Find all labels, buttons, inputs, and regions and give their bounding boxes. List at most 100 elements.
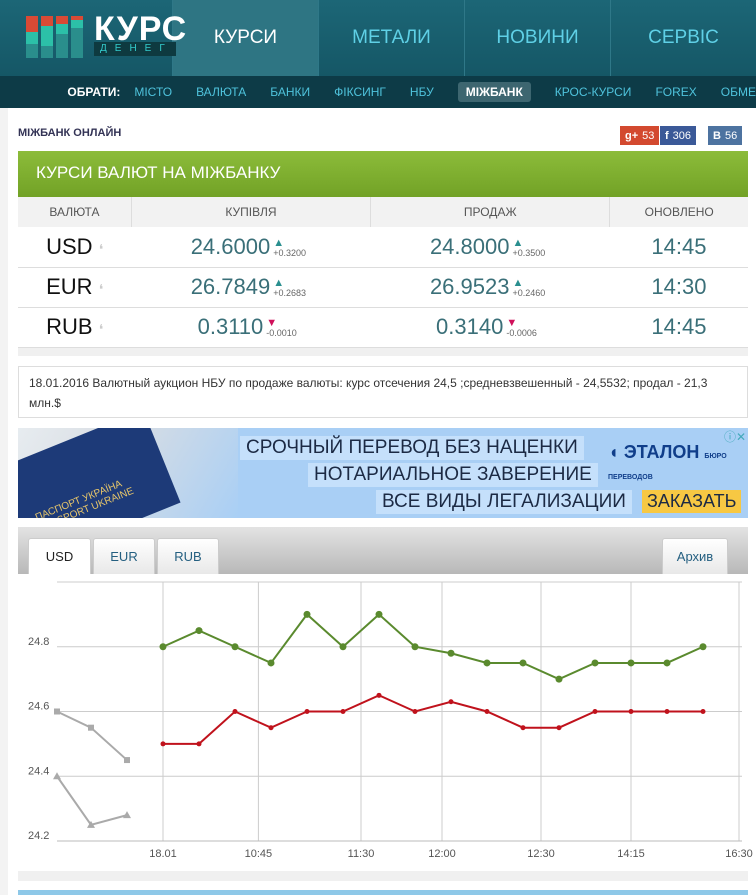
data-point bbox=[411, 643, 419, 651]
data-point bbox=[556, 725, 562, 731]
data-point bbox=[232, 709, 238, 714]
nav-kursy[interactable]: КУРСИ bbox=[172, 0, 318, 76]
table-row: USD ❛ 24.6000 ▲ +0.3200 24.8000 ▲ +0.3500 14:45 bbox=[18, 227, 748, 268]
buy-rate: 26.7849 bbox=[190, 274, 271, 299]
nav-novyny[interactable]: НОВИНИ bbox=[464, 0, 610, 76]
data-point bbox=[123, 811, 131, 819]
ad-line: ВСЕ ВИДЫ ЛЕГАЛИЗАЦИИ bbox=[376, 490, 632, 514]
x-tick-label: 18.01 bbox=[149, 848, 177, 860]
data-point bbox=[195, 627, 203, 635]
tab-rub[interactable]: RUB bbox=[157, 538, 219, 574]
data-point bbox=[196, 741, 202, 747]
data-point bbox=[124, 757, 130, 764]
data-point bbox=[340, 709, 346, 714]
facebook-count: 306 bbox=[672, 129, 692, 142]
updated-time: 14:30 bbox=[651, 274, 707, 299]
sell-change-value: -0.0006 bbox=[506, 328, 537, 339]
data-point bbox=[591, 659, 599, 667]
x-tick-label: 12:30 bbox=[527, 848, 555, 860]
ad-order-button[interactable]: ЗАКАЗАТЬ bbox=[642, 490, 742, 513]
next-banner bbox=[18, 890, 748, 895]
info-icon[interactable]: ❛ bbox=[99, 281, 104, 297]
ad-line: НОТАРИАЛЬНОЕ ЗАВЕРЕНИЕ bbox=[308, 463, 598, 487]
facebook-icon: f bbox=[665, 129, 669, 142]
subnav-item[interactable]: ФІКСИНГ bbox=[334, 85, 386, 99]
table-row: RUB ❛ 0.3110 ▼ -0.0010 0.3140 ▼ -0.0006 14:45 bbox=[18, 307, 748, 348]
buy-change: ▼ -0.0010 bbox=[266, 318, 304, 339]
x-tick-label: 16:30 bbox=[725, 848, 753, 860]
buy-rate: 0.3110 bbox=[197, 314, 264, 339]
chart-tabs: USD EUR RUB Архив bbox=[18, 527, 748, 574]
subnav-item[interactable]: ВАЛЮТА bbox=[196, 85, 246, 99]
series-line-prev-sell bbox=[56, 710, 128, 761]
data-point bbox=[448, 699, 454, 705]
data-point bbox=[699, 643, 707, 651]
vk-count: 56 bbox=[724, 129, 738, 142]
facebook-share-button[interactable]: f 306 bbox=[660, 126, 697, 145]
brand-name: ЭТАЛОН bbox=[623, 442, 700, 462]
sell-change: ▲ +0.3500 bbox=[512, 237, 550, 258]
data-point bbox=[159, 643, 167, 651]
subnav-item[interactable]: FOREX bbox=[655, 85, 696, 99]
x-tick-label: 10:45 bbox=[245, 848, 273, 860]
data-point bbox=[412, 709, 418, 714]
tab-usd[interactable]: USD bbox=[28, 538, 91, 574]
sell-change-value: +0.2460 bbox=[512, 288, 546, 299]
gplus-share-button[interactable]: g+ 53 bbox=[620, 126, 660, 145]
info-icon[interactable]: ❛ bbox=[99, 241, 104, 257]
data-point bbox=[268, 725, 274, 731]
data-point bbox=[267, 659, 275, 667]
data-point bbox=[160, 741, 166, 747]
col-buy: КУПІВЛЯ bbox=[130, 197, 371, 227]
ad-close-icon[interactable]: ⓘ✕ bbox=[724, 428, 746, 445]
logo[interactable]: КУРС ДЕНЕГ bbox=[0, 0, 186, 76]
sell-rate: 24.8000 bbox=[429, 233, 510, 259]
currency-code: EUR bbox=[46, 274, 93, 299]
vk-share-button[interactable]: B 56 bbox=[708, 126, 743, 145]
archive-button[interactable]: Архив bbox=[662, 538, 728, 574]
data-point bbox=[484, 709, 490, 714]
news-notice: 18.01.2016 Валютный аукцион НБУ по прода… bbox=[18, 366, 748, 418]
data-point bbox=[231, 643, 239, 651]
data-point bbox=[664, 709, 670, 714]
subnav-item[interactable]: БАНКИ bbox=[270, 85, 310, 99]
data-point bbox=[375, 610, 383, 618]
brand-logo-icon: ◖ bbox=[608, 442, 619, 462]
data-point bbox=[447, 649, 455, 657]
buy-change-value: -0.0010 bbox=[266, 328, 297, 339]
rates-table: ВАЛЮТА КУПІВЛЯ ПРОДАЖ ОНОВЛЕНО USD ❛ 24.6… bbox=[18, 197, 748, 348]
nav-metaly[interactable]: МЕТАЛИ bbox=[318, 0, 464, 76]
x-tick-label: 14:15 bbox=[617, 848, 645, 860]
y-tick-label: 24.4 bbox=[28, 765, 49, 777]
subnav-item[interactable]: МІСТО bbox=[134, 85, 172, 99]
x-tick-label: 11:30 bbox=[348, 848, 375, 860]
buy-change: ▲ +0.2683 bbox=[273, 278, 311, 299]
subnav-item[interactable]: ОБМЕ bbox=[721, 85, 756, 99]
info-icon[interactable]: ❛ bbox=[99, 321, 104, 337]
subnav-item[interactable]: КРОС-КУРСИ bbox=[555, 85, 632, 99]
gplus-count: 53 bbox=[642, 129, 655, 142]
buy-change: ▲ +0.3200 bbox=[273, 237, 311, 258]
y-tick-label: 24.8 bbox=[28, 636, 49, 648]
ad-brand: ◖ ЭТАЛОН БЮРО ПЕРЕВОДОВ bbox=[608, 442, 748, 484]
currency-code: USD bbox=[46, 233, 93, 259]
data-point bbox=[303, 610, 311, 618]
buy-rate: 24.6000 bbox=[190, 233, 271, 259]
data-point bbox=[88, 724, 94, 731]
rate-chart: 24.2 24.4 24.6 24.8 18.01 10:45 11:30 12:00 12:3… bbox=[28, 581, 753, 860]
nav-servis[interactable]: СЕРВІС bbox=[610, 0, 756, 76]
data-point bbox=[519, 659, 527, 667]
advertisement-banner[interactable]: ПАСПОРТ УКРАЇНА PASSPORT UKRAINE СРОЧНЫЙ… bbox=[18, 428, 748, 518]
sell-rate: 0.3140 bbox=[436, 314, 504, 339]
data-point bbox=[555, 675, 563, 683]
series-line-buy bbox=[163, 694, 703, 745]
currency-code: RUB bbox=[46, 314, 93, 339]
passport-text: ПАСПОРТ УКРАЇНА PASSPORT UKRAINE bbox=[18, 428, 181, 518]
updated-time: 14:45 bbox=[651, 314, 707, 339]
page-title: МІЖБАНК ОНЛАЙН bbox=[18, 127, 122, 139]
subnav-item[interactable]: НБУ bbox=[410, 85, 434, 99]
data-point bbox=[483, 659, 491, 667]
tab-eur[interactable]: EUR bbox=[93, 538, 155, 574]
gplus-icon: g+ bbox=[625, 129, 639, 142]
subnav-item-active[interactable]: МІЖБАНК bbox=[457, 82, 531, 102]
